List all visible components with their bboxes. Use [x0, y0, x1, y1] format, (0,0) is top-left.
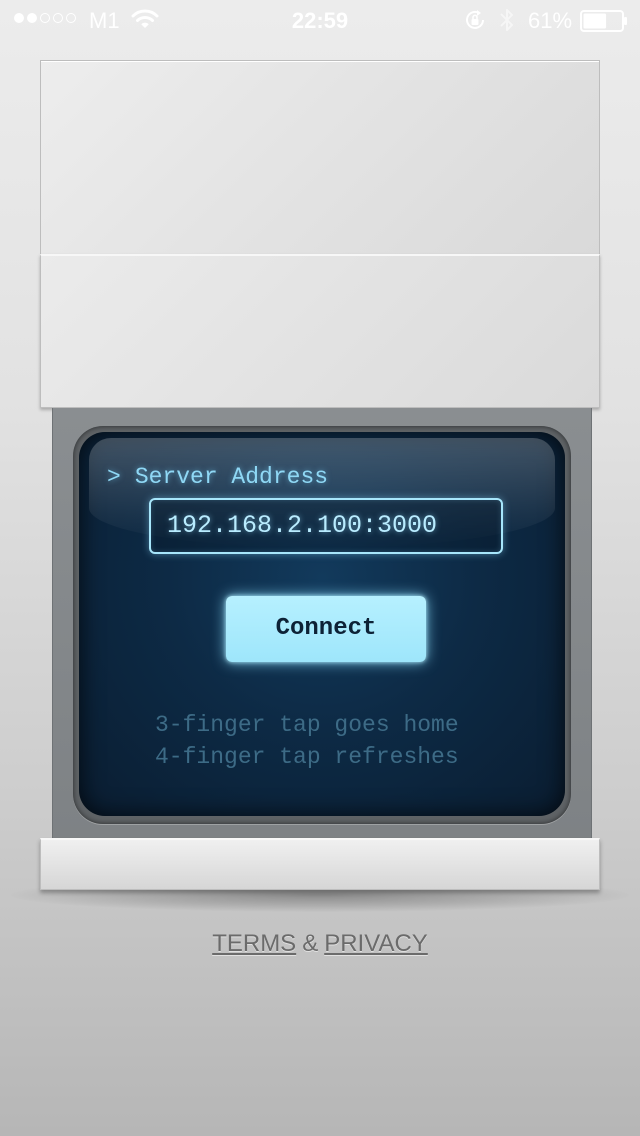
status-bar: M1 22:59 61%	[0, 0, 640, 40]
hint-four-finger: 4-finger tap refreshes	[155, 744, 459, 770]
terms-link[interactable]: TERMS	[212, 930, 296, 957]
server-address-label-text: Server Address	[134, 464, 329, 490]
bluetooth-icon	[500, 9, 513, 31]
footer-links: TERMS & PRIVACY	[0, 930, 640, 958]
rotation-lock-icon	[466, 10, 484, 29]
screen-bezel: > Server Address 192.168.2.100:3000 Conne…	[52, 408, 592, 838]
server-address-input[interactable]: 192.168.2.100:3000	[149, 498, 503, 554]
crt-frame: > Server Address 192.168.2.100:3000 Conne…	[73, 426, 571, 824]
connect-button[interactable]: Connect	[226, 596, 426, 662]
crt-screen: > Server Address 192.168.2.100:3000 Conne…	[79, 432, 565, 816]
server-address-label: > Server Address	[107, 464, 328, 490]
battery-icon	[580, 10, 627, 32]
device-top-panel	[40, 60, 600, 254]
footer-ampersand: &	[302, 930, 319, 957]
battery-percent: 61%	[528, 8, 573, 33]
prompt-caret: >	[107, 464, 121, 490]
hint-three-finger: 3-finger tap goes home	[155, 712, 459, 738]
device-bottom-panel	[40, 838, 600, 890]
privacy-link[interactable]: PRIVACY	[324, 930, 428, 957]
device-middle-panel	[40, 254, 600, 408]
